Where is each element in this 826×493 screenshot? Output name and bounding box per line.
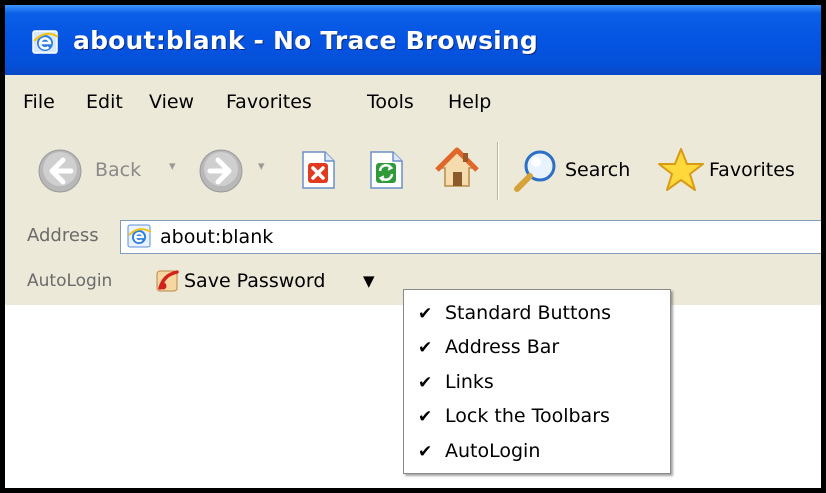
- ie-page-icon: [127, 224, 152, 248]
- menu-view[interactable]: View: [149, 91, 194, 113]
- context-menu-item-standard-buttons[interactable]: ✔ Standard Buttons: [404, 298, 670, 331]
- back-icon: [38, 149, 82, 193]
- forward-icon: [199, 149, 243, 193]
- stop-button[interactable]: [297, 149, 339, 191]
- refresh-icon: [370, 151, 403, 189]
- menu-edit[interactable]: Edit: [86, 91, 123, 113]
- address-input[interactable]: about:blank: [120, 220, 821, 254]
- favorites-star-icon: [658, 148, 704, 191]
- menu-favorites[interactable]: Favorites: [226, 91, 312, 113]
- menu-bar: File Edit View Favorites Tools Help: [5, 75, 821, 133]
- standard-buttons-toolbar: Back ▾ ▾ Search Favorites: [5, 132, 821, 215]
- refresh-button[interactable]: [365, 149, 407, 191]
- home-button[interactable]: [433, 144, 481, 192]
- checkmark-icon: ✔: [418, 373, 433, 393]
- autologin-key-icon: [156, 270, 179, 292]
- context-menu-item-label: AutoLogin: [445, 440, 541, 462]
- search-button[interactable]: Search: [510, 146, 645, 196]
- context-menu-item-links[interactable]: ✔ Links: [404, 367, 670, 400]
- toolbars-context-menu: ✔ Standard Buttons ✔ Address Bar ✔ Links…: [403, 289, 671, 474]
- favorites-button[interactable]: Favorites: [657, 146, 821, 196]
- search-label: Search: [565, 159, 631, 181]
- address-bar: Address about:blank: [5, 214, 821, 261]
- browser-window: about:blank - No Trace Browsing File Edi…: [0, 0, 826, 493]
- menu-tools[interactable]: Tools: [367, 91, 414, 113]
- back-button[interactable]: Back ▾: [37, 146, 189, 196]
- checkmark-icon: ✔: [418, 338, 433, 358]
- forward-dropdown-arrow-icon: ▾: [258, 159, 265, 174]
- save-password-button[interactable]: Save Password: [184, 270, 325, 292]
- context-menu-item-label: Links: [445, 371, 494, 393]
- autologin-label: AutoLogin: [27, 271, 113, 291]
- context-menu-item-lock-toolbars[interactable]: ✔ Lock the Toolbars: [404, 401, 670, 434]
- context-menu-item-label: Standard Buttons: [445, 302, 612, 324]
- checkmark-icon: ✔: [418, 442, 433, 462]
- back-dropdown-arrow-icon: ▾: [169, 159, 176, 174]
- favorites-label: Favorites: [709, 159, 795, 181]
- context-menu-item-autologin[interactable]: ✔ AutoLogin: [404, 436, 670, 469]
- menu-help[interactable]: Help: [448, 91, 491, 113]
- home-icon: [435, 147, 479, 187]
- search-icon: [514, 150, 556, 192]
- save-password-dropdown-arrow-icon[interactable]: ▼: [363, 272, 375, 290]
- toolbar-separator: [497, 142, 499, 200]
- address-value: about:blank: [160, 226, 274, 248]
- context-menu-item-address-bar[interactable]: ✔ Address Bar: [404, 332, 670, 365]
- context-menu-item-label: Address Bar: [445, 336, 560, 358]
- ie-logo-icon: [32, 30, 59, 54]
- checkmark-icon: ✔: [418, 304, 433, 324]
- address-label: Address: [27, 225, 99, 246]
- stop-icon: [302, 151, 335, 189]
- window-title: about:blank - No Trace Browsing: [73, 26, 539, 55]
- forward-button[interactable]: ▾: [198, 146, 278, 196]
- menu-file[interactable]: File: [23, 91, 55, 113]
- context-menu-item-label: Lock the Toolbars: [445, 405, 610, 427]
- checkmark-icon: ✔: [418, 407, 433, 427]
- back-label: Back: [95, 159, 142, 181]
- title-bar[interactable]: about:blank - No Trace Browsing: [5, 5, 821, 75]
